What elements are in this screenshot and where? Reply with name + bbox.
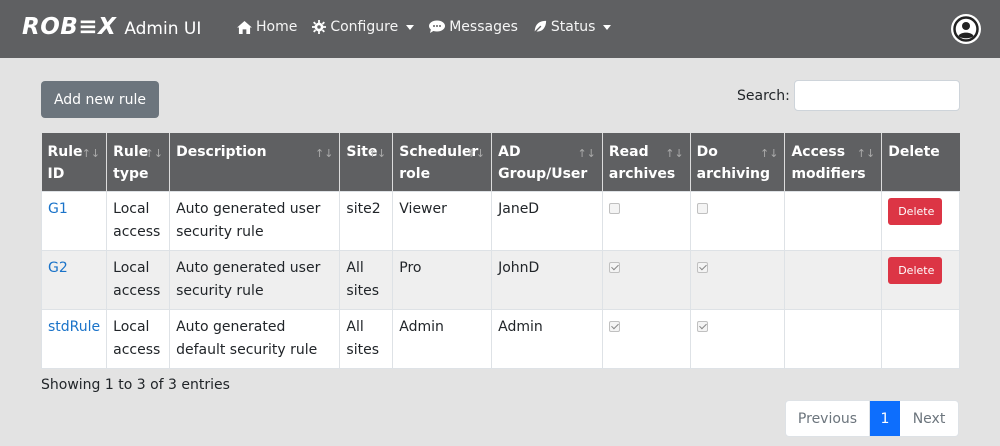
gear-icon — [312, 20, 327, 34]
table-row: stdRule Local access Auto generated defa… — [40, 309, 960, 369]
add-rule-button[interactable]: Add new rule — [41, 81, 159, 118]
ad-cell: JaneD — [491, 191, 603, 251]
ad-cell: Admin — [491, 309, 603, 369]
site-cell: site2 — [339, 191, 394, 251]
nav-messages[interactable]: Messages — [429, 19, 518, 35]
read-archives-checkbox — [608, 262, 620, 273]
col-scheduler-role[interactable]: Scheduler role ↑↓ — [392, 133, 493, 192]
navbar: ROB≡X Admin UI Home Configure Messages S… — [0, 0, 1000, 58]
do-archiving-checkbox — [696, 262, 708, 273]
col-rule-type[interactable]: Rule type ↑↓ — [106, 133, 171, 192]
role-cell: Admin — [392, 309, 493, 369]
description-cell: Auto generated user security rule — [169, 250, 341, 310]
sort-icon: ↑↓ — [367, 147, 387, 160]
page-1-button[interactable]: 1 — [870, 401, 900, 436]
entries-info: Showing 1 to 3 of 3 entries — [41, 377, 230, 393]
nav-configure[interactable]: Configure — [312, 19, 415, 35]
delete-button[interactable]: Delete — [888, 198, 943, 225]
table-row: G1 Local access Auto generated user secu… — [40, 191, 960, 251]
delete-cell — [881, 309, 960, 369]
nav-home-label: Home — [256, 19, 298, 35]
comment-icon — [429, 20, 446, 33]
rule-id-link[interactable]: G1 — [48, 201, 68, 217]
search-input[interactable] — [794, 80, 960, 111]
chevron-down-icon — [406, 24, 415, 30]
read-archives-checkbox — [608, 321, 620, 332]
modifiers-cell — [784, 250, 883, 310]
do-archiving-checkbox — [696, 203, 708, 214]
rule-type-cell: Local access — [106, 191, 171, 251]
brand[interactable]: ROB≡X Admin UI — [22, 14, 201, 40]
table-header-row: Rule ID ↑↓ Rule type ↑↓ Description ↑↓ Site… — [41, 133, 960, 192]
brand-subtitle: Admin UI — [124, 19, 202, 39]
col-ad-group[interactable]: AD Group/User ↑↓ — [491, 133, 603, 192]
sort-icon: ↑↓ — [466, 147, 486, 160]
nav-status-label: Status — [550, 19, 596, 35]
do-archiving-checkbox — [696, 321, 708, 332]
delete-button[interactable]: Delete — [888, 257, 943, 284]
nav-menu: Home Configure Messages Status — [237, 19, 626, 35]
modifiers-cell — [784, 191, 883, 251]
col-delete: Delete — [881, 133, 960, 192]
rules-table: Rule ID ↑↓ Rule type ↑↓ Description ↑↓ Site… — [40, 133, 960, 369]
chevron-down-icon — [603, 24, 612, 30]
pagination: Previous 1 Next — [785, 400, 959, 437]
sort-icon: ↑↓ — [314, 147, 334, 160]
nav-status[interactable]: Status — [533, 19, 612, 35]
nav-configure-label: Configure — [330, 19, 399, 35]
description-cell: Auto generated default security rule — [169, 309, 341, 369]
site-cell: All sites — [339, 309, 394, 369]
table-row: G2 Local access Auto generated user secu… — [40, 250, 960, 310]
rule-type-cell: Local access — [106, 250, 171, 310]
sort-icon: ↑↓ — [81, 147, 101, 160]
rule-id-link[interactable]: stdRule — [48, 319, 100, 335]
role-cell: Pro — [392, 250, 493, 310]
sort-icon: ↑↓ — [760, 147, 779, 160]
user-circle-icon[interactable] — [951, 14, 981, 44]
ad-cell: JohnD — [491, 250, 603, 310]
col-do-archiving[interactable]: Do archiving ↑↓ — [690, 133, 786, 192]
sort-icon: ↑↓ — [577, 147, 596, 160]
sort-icon: ↑↓ — [665, 147, 684, 160]
col-site[interactable]: Site ↑↓ — [339, 133, 394, 192]
col-access-modifiers[interactable]: Access modifiers ↑↓ — [784, 133, 883, 192]
site-cell: All sites — [339, 250, 394, 310]
rule-id-link[interactable]: G2 — [48, 260, 68, 276]
rule-type-cell: Local access — [106, 309, 171, 369]
home-icon — [237, 20, 252, 34]
col-read-archives[interactable]: Read archives ↑↓ — [602, 133, 691, 192]
previous-page-button[interactable]: Previous — [786, 401, 870, 436]
role-cell: Viewer — [392, 191, 493, 251]
next-page-button[interactable]: Next — [900, 401, 958, 436]
sort-icon: ↑↓ — [144, 147, 164, 160]
leaf-icon — [533, 20, 546, 34]
brand-logo: ROB≡X — [22, 14, 117, 40]
search-label: Search: — [737, 88, 790, 104]
nav-home[interactable]: Home — [237, 19, 297, 35]
read-archives-checkbox — [608, 203, 620, 214]
modifiers-cell — [784, 309, 883, 369]
description-cell: Auto generated user security rule — [169, 191, 341, 251]
sort-icon: ↑↓ — [856, 147, 876, 160]
nav-messages-label: Messages — [449, 19, 518, 35]
col-rule-id[interactable]: Rule ID ↑↓ — [41, 133, 108, 192]
col-description[interactable]: Description ↑↓ — [169, 133, 341, 192]
